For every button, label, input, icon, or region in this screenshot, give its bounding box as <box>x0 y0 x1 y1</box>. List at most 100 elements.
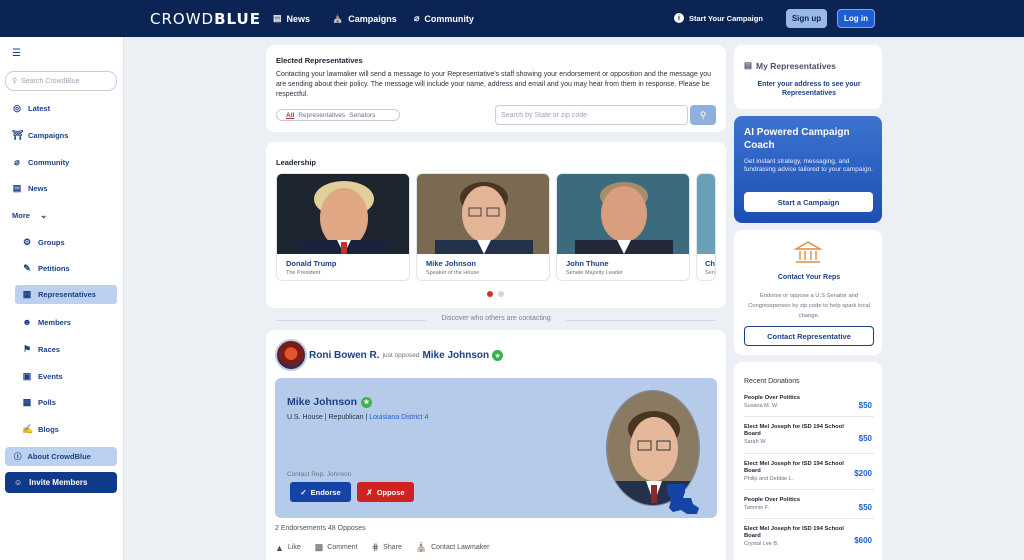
newspaper-icon: ▤ <box>273 13 282 23</box>
sidebar-item-more[interactable]: More ⌄ <box>12 208 47 222</box>
portrait-image <box>417 174 549 254</box>
contact-reps-card: Contact Your Reps Endorse or oppose a U.… <box>734 230 882 355</box>
tab-all[interactable]: All <box>286 112 294 119</box>
verified-star-icon: ★ <box>492 350 504 361</box>
coach-text: Get instant strategy, messaging, and fun… <box>744 158 873 173</box>
logo[interactable]: CROWDBLUE <box>150 10 261 28</box>
donation-row[interactable]: Elect Mel Joseph for ISD 194 School Boar… <box>744 461 874 490</box>
petition-icon: ✎ <box>23 262 31 273</box>
chevron-down-icon: ⌄ <box>39 209 48 220</box>
state-zip-search-input[interactable]: Search by State or zip code <box>495 105 688 125</box>
thumbs-up-icon: ▲ <box>275 542 284 553</box>
target-name[interactable]: Mike Johnson <box>422 350 489 361</box>
people-icon: ⌀ <box>14 156 20 167</box>
comment-icon: ▩ <box>314 542 324 552</box>
newspaper-icon: ▤ <box>12 182 22 193</box>
contact-lawmaker-button[interactable]: ⛪ Contact Lawmaker <box>416 542 490 553</box>
login-button[interactable]: Log in <box>837 9 875 28</box>
leader-card-johnson[interactable]: Mike Johnson Speaker of the House <box>416 173 550 281</box>
share-button[interactable]: ⋕ Share <box>372 542 402 553</box>
activity-post-card: Roni Bowen R. just opposed Mike Johnson … <box>266 330 726 560</box>
donation-amount: $200 <box>854 469 872 478</box>
donation-amount: $50 <box>858 401 872 410</box>
sidebar-item-petitions[interactable]: ✎ Petitions <box>22 261 69 275</box>
community-icon: ⌀ <box>414 13 420 23</box>
elected-title: Elected Representatives <box>276 56 363 65</box>
comment-button[interactable]: ▩ Comment <box>315 542 358 553</box>
thumbs-up-icon: ✓ <box>300 487 307 497</box>
district-link[interactable]: Louisiana District 4 <box>369 414 428 421</box>
sidebar-item-campaigns[interactable]: ⛩ Campaigns <box>12 128 68 142</box>
my-reps-title: ▤ My Representatives <box>744 60 836 71</box>
sidebar-item-community[interactable]: ⌀ Community <box>12 155 69 169</box>
sidebar-item-polls[interactable]: ▩ Polls <box>22 395 56 409</box>
leader-photo <box>277 174 409 254</box>
start-campaign-button[interactable]: Start a Campaign <box>744 192 873 212</box>
search-icon: ⚲ <box>699 109 707 120</box>
top-nav: CROWDBLUE ▤ News ⛪ Campaigns ⌀ Community iS… <box>0 0 1024 37</box>
nav-community[interactable]: ⌀ Community <box>414 13 474 24</box>
campaign-icon: ⛪ <box>332 13 344 23</box>
donation-row[interactable]: People Over Politics Susana M. W. $50 <box>744 395 874 417</box>
like-button[interactable]: ▲ Like <box>275 542 301 553</box>
rep-meta: U.S. House | Republican | Louisiana Dist… <box>287 414 429 421</box>
signup-button[interactable]: Sign up <box>786 9 827 28</box>
oppose-button[interactable]: ✗ Oppose <box>357 482 414 502</box>
tab-senators[interactable]: Senators <box>349 112 375 119</box>
author-name[interactable]: Roni Bowen R. <box>309 350 380 361</box>
donation-row[interactable]: Elect Mel Joseph for ISD 194 School Boar… <box>744 526 874 556</box>
search-input[interactable]: ⚲ Search CrowdBlue <box>5 71 117 91</box>
recent-donations-card: Recent Donations People Over Politics Su… <box>734 362 882 560</box>
elected-description: Contacting your lawmaker will send a mes… <box>276 71 712 98</box>
rep-name[interactable]: Mike Johnson ★ <box>287 396 373 408</box>
about-crowdblue-button[interactable]: ⓘ About CrowdBlue <box>5 447 117 466</box>
sidebar-item-blogs[interactable]: ✍ Blogs <box>22 422 59 436</box>
building-icon: ⛪ <box>415 542 428 552</box>
nav-campaigns[interactable]: ⛪ Campaigns <box>332 13 397 24</box>
sidebar-item-events[interactable]: ▣ Events <box>22 369 63 383</box>
poll-icon: ▩ <box>22 396 32 407</box>
carousel-dot[interactable] <box>498 291 504 297</box>
representative-panel: Mike Johnson ★ U.S. House | Republican | … <box>275 378 717 518</box>
contact-rep-label: Contact Rep. Johnson <box>287 471 352 478</box>
endorse-button[interactable]: ✓ Endorse <box>290 482 351 502</box>
coach-title: AI Powered Campaign Coach <box>744 127 850 151</box>
donation-row[interactable]: Elect Mel Joseph for ISD 194 School Boar… <box>744 424 874 454</box>
info-circle-icon: ⓘ <box>14 452 22 461</box>
donation-row[interactable]: People Over Politics Tammie F. $50 <box>744 497 874 519</box>
action-text: just opposed <box>382 352 420 359</box>
leader-card-thune[interactable]: John Thune Senate Majority Leader <box>556 173 690 281</box>
avatar[interactable] <box>275 339 307 371</box>
elected-representatives-card: Elected Representatives Contacting your … <box>266 45 726 132</box>
leadership-title: Leadership <box>276 158 317 167</box>
compass-icon: ◎ <box>13 102 21 113</box>
leader-card-trump[interactable]: Donald Trump The President <box>276 173 410 281</box>
leader-photo <box>697 174 715 254</box>
info-icon: i <box>674 13 684 23</box>
menu-toggle-icon[interactable]: ☰ <box>12 48 24 59</box>
sidebar-item-groups[interactable]: ⚙ Groups <box>22 235 65 249</box>
nav-news[interactable]: ▤ News <box>273 13 310 24</box>
thumbs-down-icon: ✗ <box>366 487 373 497</box>
contact-representative-button[interactable]: Contact Representative <box>744 326 874 346</box>
sidebar-item-representatives[interactable]: ▦ Representatives <box>15 285 117 304</box>
enter-address-link[interactable]: Enter your address to see your Represent… <box>744 80 874 98</box>
calendar-icon: ▣ <box>22 370 32 381</box>
start-campaign-link[interactable]: i Start Your Campaign <box>674 13 763 23</box>
sidebar-item-latest[interactable]: ◎ Latest <box>12 101 50 115</box>
sidebar-item-news[interactable]: ▤ News <box>12 181 48 195</box>
sidebar-item-members[interactable]: ☻ Members <box>22 315 71 329</box>
leader-card-partial[interactable]: Ch Sen <box>696 173 716 281</box>
groups-icon: ⚙ <box>22 236 32 247</box>
search-button[interactable]: ⚲ <box>690 105 716 125</box>
sidebar-item-races[interactable]: ⚑ Races <box>22 342 60 356</box>
my-representatives-card: ▤ My Representatives Enter your address t… <box>734 45 882 109</box>
post-header: Roni Bowen R. just opposed Mike Johnson … <box>309 350 504 361</box>
blog-icon: ✍ <box>22 423 34 434</box>
members-icon: ☻ <box>22 317 32 327</box>
capitol-building-icon <box>794 241 822 263</box>
tab-representatives[interactable]: Representatives <box>298 112 345 119</box>
invite-members-button[interactable]: ☺ Invite Members <box>5 472 117 493</box>
post-stats: 2 Endorsements 48 Opposes <box>275 525 366 532</box>
carousel-dot-active[interactable] <box>487 291 493 297</box>
